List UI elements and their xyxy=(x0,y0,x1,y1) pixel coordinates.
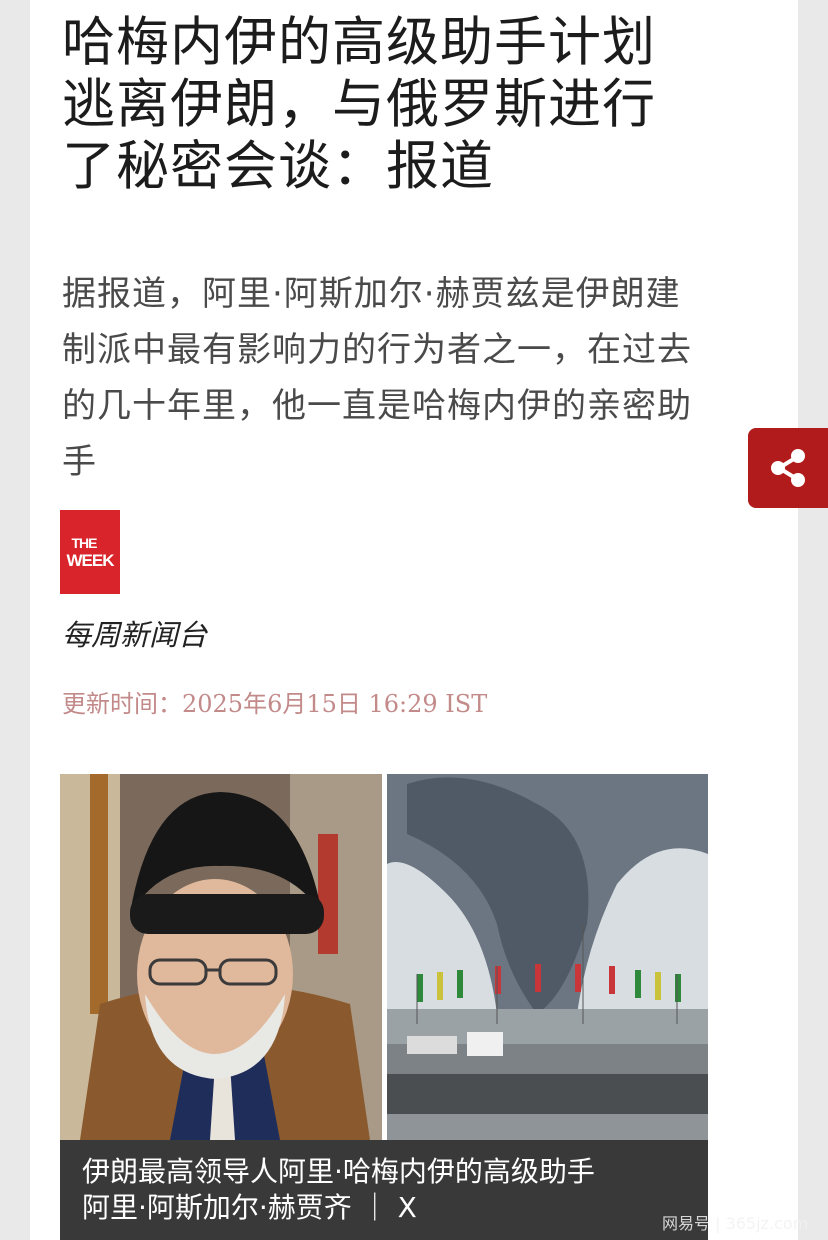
summary-line: 手 xyxy=(62,442,97,482)
summary-line: 据报道，阿里·阿斯加尔·赫贾兹是伊朗建 xyxy=(62,274,681,314)
article-headline: 哈梅内伊的高级助手计划 逃离伊朗，与俄罗斯进行 了秘密会谈：报道 xyxy=(62,12,702,198)
summary-line: 的几十年里，他一直是哈梅内伊的亲密助 xyxy=(62,386,692,426)
portrait-image xyxy=(60,774,382,1140)
watermark: 网易号 | 365jz.com xyxy=(662,1214,809,1233)
article-summary: 据报道，阿里·阿斯加尔·赫贾兹是伊朗建 制派中最有影响力的行为者之一，在过去 的… xyxy=(62,266,722,490)
smoke-image xyxy=(387,774,708,1140)
headline-line: 了秘密会谈：报道 xyxy=(62,136,494,197)
source-name[interactable]: 每周新闻台 xyxy=(62,612,207,654)
the-week-logo[interactable]: THE WEEK xyxy=(60,510,120,594)
updated-timestamp: 更新时间：2025年6月15日 16:29 IST xyxy=(62,690,488,718)
logo-text-top: THE xyxy=(71,535,98,551)
share-icon xyxy=(771,449,805,487)
logo-text-bottom: WEEK xyxy=(66,551,115,570)
summary-line: 制派中最有影响力的行为者之一，在过去 xyxy=(62,330,692,370)
share-button[interactable] xyxy=(748,428,828,508)
photo-caption: 伊朗最高领导人阿里·哈梅内伊的高级助手 阿里·阿斯加尔·赫贾齐 ｜ X xyxy=(60,1140,708,1240)
portrait-photo xyxy=(60,774,382,1140)
headline-line: 逃离伊朗，与俄罗斯进行 xyxy=(62,74,656,135)
caption-line: 伊朗最高领导人阿里·哈梅内伊的高级助手 xyxy=(82,1155,595,1188)
caption-line: 阿里·阿斯加尔·赫贾齐 ｜ X xyxy=(82,1191,417,1224)
smoke-photo xyxy=(387,774,708,1140)
headline-line: 哈梅内伊的高级助手计划 xyxy=(62,12,656,73)
